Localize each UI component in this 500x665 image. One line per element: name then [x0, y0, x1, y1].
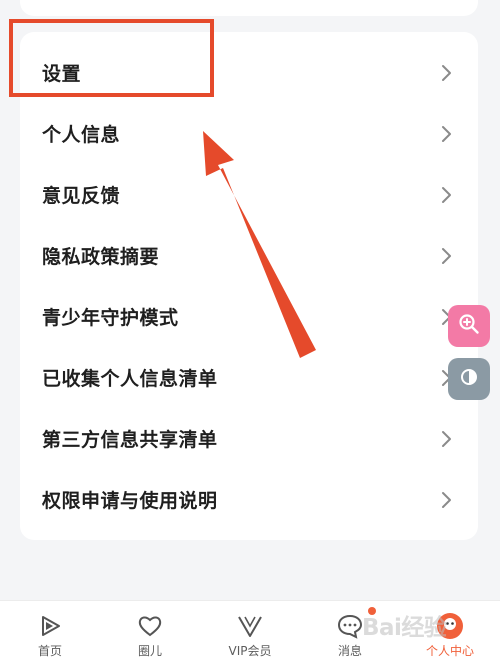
menu-item-privacy-summary[interactable]: 隐私政策摘要 — [20, 225, 478, 286]
vip-v-icon — [234, 611, 266, 641]
menu-item-label: 已收集个人信息清单 — [42, 368, 218, 390]
settings-menu-card: 设置 个人信息 意见反馈 隐私政策摘要 青少年守护模式 已收集个人信息清单 第三… — [20, 32, 478, 540]
tab-label: 消息 — [337, 644, 362, 658]
tab-circle[interactable]: 圈儿 — [100, 601, 200, 665]
chevron-right-icon — [436, 185, 456, 205]
menu-item-label: 第三方信息共享清单 — [42, 429, 218, 451]
contrast-toggle-button[interactable] — [448, 358, 490, 400]
menu-item-label: 权限申请与使用说明 — [42, 490, 218, 512]
chevron-right-icon — [436, 63, 456, 83]
menu-item-collected-info-list[interactable]: 已收集个人信息清单 — [20, 347, 478, 408]
menu-item-personal-info[interactable]: 个人信息 — [20, 103, 478, 164]
tab-label: VIP会员 — [228, 644, 272, 658]
menu-item-label: 隐私政策摘要 — [42, 246, 160, 268]
tab-label: 个人中心 — [425, 644, 474, 658]
chevron-right-icon — [436, 490, 456, 510]
tab-label: 首页 — [37, 644, 62, 658]
menu-item-label: 青少年守护模式 — [42, 307, 179, 329]
menu-item-permissions-info[interactable]: 权限申请与使用说明 — [20, 469, 478, 530]
menu-item-label: 个人信息 — [42, 124, 121, 146]
chevron-right-icon — [436, 429, 456, 449]
tab-label: 圈儿 — [137, 644, 162, 658]
zoom-in-button[interactable] — [448, 305, 490, 347]
menu-item-youth-mode[interactable]: 青少年守护模式 — [20, 286, 478, 347]
tab-home[interactable]: 首页 — [0, 601, 100, 665]
annotation-highlight-box — [9, 19, 214, 97]
watermark: Bai经验 — [362, 615, 447, 641]
tab-vip[interactable]: VIP会员 — [200, 601, 300, 665]
menu-item-feedback[interactable]: 意见反馈 — [20, 164, 478, 225]
home-play-icon — [34, 611, 66, 641]
chevron-right-icon — [436, 124, 456, 144]
menu-item-label: 意见反馈 — [42, 185, 121, 207]
menu-item-third-party-sharing[interactable]: 第三方信息共享清单 — [20, 408, 478, 469]
zoom-in-icon — [458, 313, 480, 339]
top-card — [20, 0, 478, 16]
contrast-icon — [459, 367, 479, 391]
circle-heart-icon — [134, 611, 166, 641]
chevron-right-icon — [436, 246, 456, 266]
